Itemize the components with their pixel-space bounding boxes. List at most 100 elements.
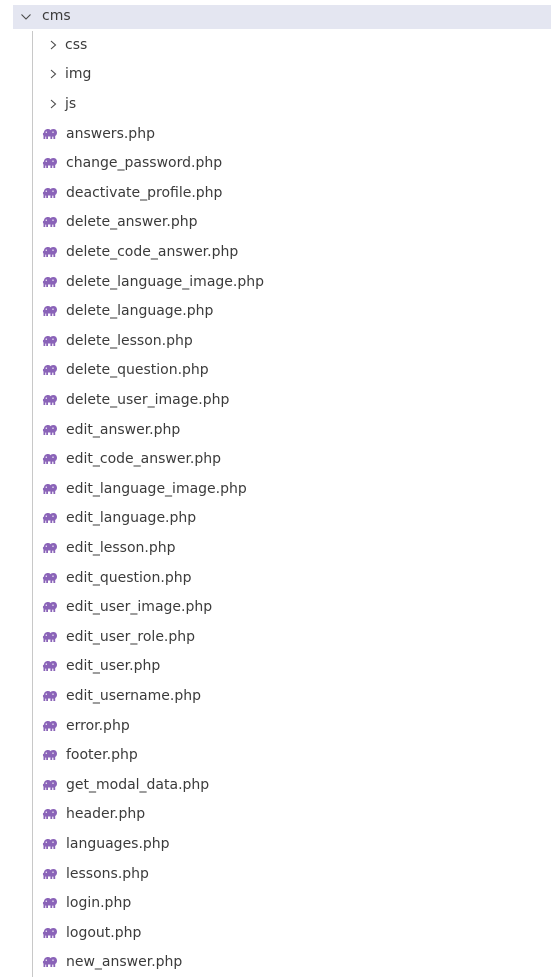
php-elephant-icon (42, 808, 58, 820)
file-label: deactivate_profile.php (66, 184, 223, 201)
php-elephant-icon (42, 335, 58, 347)
file-label: get_modal_data.php (66, 776, 210, 793)
php-elephant-icon (42, 956, 58, 968)
file-item[interactable]: lessons.php (0, 859, 551, 889)
php-elephant-icon (42, 157, 58, 169)
file-label: delete_question.php (66, 362, 209, 379)
file-label: delete_language.php (66, 303, 214, 320)
file-item[interactable]: edit_lesson.php (0, 533, 551, 563)
file-item[interactable]: languages.php (0, 829, 551, 859)
php-elephant-icon (42, 720, 58, 732)
file-label: lessons.php (66, 865, 149, 882)
file-item[interactable]: delete_language.php (0, 296, 551, 326)
file-item[interactable]: answers.php (0, 119, 551, 149)
file-label: delete_user_image.php (66, 391, 230, 408)
chevron-right-icon[interactable] (48, 98, 58, 110)
file-item[interactable]: change_password.php (0, 148, 551, 178)
file-item[interactable]: edit_user_role.php (0, 622, 551, 652)
php-elephant-icon (42, 838, 58, 850)
php-elephant-icon (42, 572, 58, 584)
php-elephant-icon (42, 276, 58, 288)
chevron-down-icon[interactable] (20, 11, 32, 23)
file-label: footer.php (66, 747, 138, 764)
file-item[interactable]: get_modal_data.php (0, 770, 551, 800)
chevron-right-icon[interactable] (48, 39, 58, 51)
file-item[interactable]: header.php (0, 800, 551, 830)
folder-label: js (65, 95, 77, 112)
folder-cms[interactable]: cms (13, 5, 551, 29)
file-item[interactable]: new_answer.php (0, 948, 551, 977)
file-item[interactable]: edit_username.php (0, 681, 551, 711)
file-label: error.php (66, 717, 130, 734)
file-label: change_password.php (66, 155, 223, 172)
php-elephant-icon (42, 779, 58, 791)
file-item[interactable]: edit_answer.php (0, 415, 551, 445)
php-elephant-icon (42, 364, 58, 376)
file-item[interactable]: edit_code_answer.php (0, 444, 551, 474)
file-label: edit_user_image.php (66, 599, 213, 616)
php-elephant-icon (42, 542, 58, 554)
file-item[interactable]: edit_user_image.php (0, 592, 551, 622)
php-elephant-icon (42, 424, 58, 436)
file-item[interactable]: delete_lesson.php (0, 326, 551, 356)
php-elephant-icon (42, 453, 58, 465)
file-item[interactable]: logout.php (0, 918, 551, 948)
file-label: delete_answer.php (66, 214, 198, 231)
php-elephant-icon (42, 305, 58, 317)
file-label: edit_username.php (66, 687, 201, 704)
file-item[interactable]: error.php (0, 711, 551, 741)
file-item[interactable]: delete_language_image.php (0, 267, 551, 297)
folder-img[interactable]: img (0, 60, 551, 90)
php-elephant-icon (42, 868, 58, 880)
folder-label: cms (42, 8, 71, 24)
file-item[interactable]: delete_answer.php (0, 208, 551, 238)
file-label: edit_lesson.php (66, 539, 176, 556)
file-item[interactable]: delete_user_image.php (0, 385, 551, 415)
file-label: delete_lesson.php (66, 332, 193, 349)
folder-label: css (65, 36, 88, 53)
file-item[interactable]: footer.php (0, 740, 551, 770)
file-label: header.php (66, 806, 146, 823)
chevron-right-icon[interactable] (48, 68, 58, 80)
file-label: edit_answer.php (66, 421, 181, 438)
php-elephant-icon (42, 749, 58, 761)
file-item[interactable]: edit_user.php (0, 652, 551, 682)
file-label: answers.php (66, 125, 155, 142)
file-item[interactable]: edit_language.php (0, 504, 551, 534)
file-item[interactable]: login.php (0, 888, 551, 918)
php-elephant-icon (42, 690, 58, 702)
folder-js[interactable]: js (0, 89, 551, 119)
php-elephant-icon (42, 927, 58, 939)
php-elephant-icon (42, 631, 58, 643)
file-item[interactable]: deactivate_profile.php (0, 178, 551, 208)
file-item[interactable]: edit_language_image.php (0, 474, 551, 504)
file-item[interactable]: edit_question.php (0, 563, 551, 593)
file-label: edit_question.php (66, 569, 192, 586)
file-label: edit_language.php (66, 510, 197, 527)
file-item[interactable]: delete_code_answer.php (0, 237, 551, 267)
file-label: login.php (66, 895, 132, 912)
php-elephant-icon (42, 394, 58, 406)
file-label: edit_user.php (66, 658, 161, 675)
file-label: edit_code_answer.php (66, 451, 222, 468)
file-item[interactable]: delete_question.php (0, 356, 551, 386)
php-elephant-icon (42, 246, 58, 258)
file-label: logout.php (66, 924, 142, 941)
php-elephant-icon (42, 660, 58, 672)
php-elephant-icon (42, 128, 58, 140)
php-elephant-icon (42, 216, 58, 228)
file-explorer: cms css img js answers.php change_password.p… (0, 0, 551, 977)
file-label: edit_user_role.php (66, 628, 196, 645)
file-label: delete_code_answer.php (66, 243, 239, 260)
php-elephant-icon (42, 187, 58, 199)
folder-css[interactable]: css (0, 30, 551, 60)
file-label: delete_language_image.php (66, 273, 264, 290)
file-label: new_answer.php (66, 954, 183, 971)
php-elephant-icon (42, 512, 58, 524)
file-label: edit_language_image.php (66, 480, 247, 497)
php-elephant-icon (42, 483, 58, 495)
php-elephant-icon (42, 897, 58, 909)
folder-label: img (65, 66, 92, 83)
file-label: languages.php (66, 835, 170, 852)
php-elephant-icon (42, 601, 58, 613)
